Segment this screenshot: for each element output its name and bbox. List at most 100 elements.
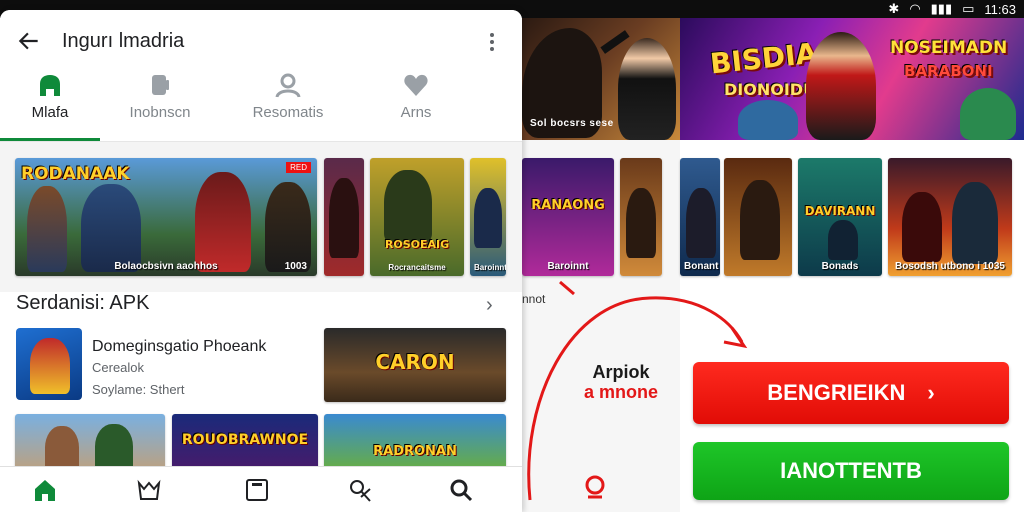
poster-caption: Baroinnt <box>474 263 506 272</box>
middle-poster-1[interactable]: RANAONG Baroinnt <box>522 158 614 276</box>
secondary-cta-button[interactable]: IANOTTENTB <box>693 442 1009 500</box>
bottom-navigation <box>0 466 522 512</box>
poster-figure <box>329 178 359 258</box>
apps-icon <box>152 75 169 95</box>
heart-icon <box>404 74 428 96</box>
nav-home-icon[interactable] <box>32 477 58 503</box>
hero-banner-caption: Sol bocsrs sese <box>530 118 614 129</box>
app-developer: Cerealok <box>92 360 145 375</box>
poster-badge: RED <box>286 162 311 173</box>
tab-profile[interactable]: Resomatis <box>238 72 338 122</box>
poster-figure <box>195 172 251 272</box>
poster-figure <box>740 180 780 260</box>
poster-figure <box>27 186 67 272</box>
chevron-right-icon[interactable]: › <box>486 294 493 317</box>
brand-line-2: a mnone <box>583 382 658 402</box>
hero-banner-promo[interactable]: BISDIA DIONOIDU NOSEIMADN BARABONI <box>680 18 1024 140</box>
nav-share-icon[interactable] <box>348 477 374 503</box>
poster-title: ROSOEAIG <box>384 238 450 251</box>
right-poster-2[interactable] <box>724 158 792 276</box>
app-icon[interactable] <box>16 328 82 400</box>
poster-figure <box>265 182 311 272</box>
app-icon-figure <box>30 338 70 394</box>
poster-figure <box>474 188 502 248</box>
poster-figure <box>81 184 141 272</box>
poster-caption: Bonads <box>821 261 859 272</box>
poster-figure <box>828 220 858 260</box>
status-icons: ✱ ◠ ▮▮▮ ▭ 11:63 <box>888 1 1016 17</box>
nav-games-icon[interactable] <box>136 477 162 503</box>
poster-caption: Bosodsh utbono i 1035 <box>894 261 1005 272</box>
poster-figure <box>626 188 656 258</box>
poster-figure <box>902 192 942 262</box>
poster-count: 1003 <box>284 261 307 272</box>
app-panel: Ingurı lmadria Mlafa Inobnscn Resomatis <box>0 10 522 512</box>
poster-caption: Baroinnt <box>547 261 589 272</box>
tab-apps[interactable]: Inobnscn <box>110 72 210 122</box>
tab-home[interactable]: Mlafa <box>0 72 100 122</box>
poster-title: ROUOBRAWNOE <box>181 432 309 448</box>
poster-figure <box>686 188 716 258</box>
feature-card[interactable]: CARON <box>324 328 506 402</box>
poster-title: RADRONAN <box>373 444 457 459</box>
poster-title: RANAONG <box>531 198 605 213</box>
home-icon <box>40 75 60 96</box>
status-time: 11:63 <box>984 1 1016 17</box>
poster-caption: Bolaocbsivn aaohhos <box>114 261 218 272</box>
brand-line-1: Arpiok <box>592 362 650 382</box>
middle-poster-2[interactable] <box>620 158 662 276</box>
primary-cta-label: BENGRIEIKN <box>767 380 906 405</box>
right-poster-3[interactable]: DAVIRANN Bonads <box>798 158 882 276</box>
hero-figure-arm <box>600 30 630 54</box>
poster-figure <box>952 182 998 264</box>
featured-poster-main[interactable]: RODANAAK RED Bolaocbsivn aaohhos 1003 <box>15 158 317 276</box>
hero-banner-subtitle-2: BARABONI <box>904 62 993 80</box>
section-title: Serdanisi: APK <box>16 292 150 314</box>
nav-apps-icon[interactable] <box>244 477 270 503</box>
hero-figure-robot <box>960 88 1016 140</box>
tab-label: Resomatis <box>252 104 324 121</box>
hero-banner-tag: DIONOIDU <box>724 80 817 99</box>
hero-banner-subtitle: NOSEIMADN <box>890 38 1008 58</box>
app-meta: Soylame: Sthert <box>92 382 185 397</box>
hero-figure-man <box>618 38 676 140</box>
poster-title: DAVIRANN <box>804 204 876 218</box>
notification-icon: ✱ <box>888 1 900 16</box>
featured-poster-2[interactable] <box>324 158 364 276</box>
nav-profile-icon[interactable] <box>582 474 608 500</box>
page-title: Ingurı lmadria <box>62 30 185 52</box>
grid-card-2[interactable]: ROUOBRAWNOE <box>172 414 318 474</box>
tab-label: Mlafa <box>31 104 69 121</box>
poster-title: RODANAAK <box>21 164 130 184</box>
right-poster-1[interactable]: Bonant <box>680 158 720 276</box>
poster-caption: Rocrancaitsme <box>388 263 446 272</box>
hero-figure-creature-2 <box>738 100 798 140</box>
app-name[interactable]: Domeginsgatio Phoeank <box>92 338 266 356</box>
poster-figure <box>384 170 432 242</box>
tab-indicator <box>0 138 100 141</box>
tab-label: Arns <box>400 104 432 121</box>
person-icon <box>275 73 301 98</box>
wifi-icon: ◠ <box>909 1 921 16</box>
feature-card-title: CARON <box>375 350 455 374</box>
featured-poster-3[interactable]: ROSOEAIG Rocrancaitsme <box>370 158 464 276</box>
secondary-cta-label: IANOTTENTB <box>780 458 922 483</box>
right-poster-4[interactable]: Bosodsh utbono i 1035 <box>888 158 1012 276</box>
back-arrow-icon[interactable] <box>16 28 42 54</box>
signal-icon: ▮▮▮ <box>930 1 953 16</box>
primary-cta-button[interactable]: BENGRIEIKN › <box>693 362 1009 424</box>
grid-card-3[interactable]: RADRONAN <box>324 414 506 474</box>
grid-card-1[interactable] <box>15 414 165 474</box>
poster-caption: Bonant <box>684 261 719 272</box>
tab-favorites[interactable]: Arns <box>366 72 466 122</box>
hero-figure-hero <box>806 32 876 140</box>
tab-label: Inobnscn <box>129 104 191 121</box>
chevron-right-icon: › <box>927 380 935 405</box>
brand-logo: Arpiok a mnone <box>566 362 676 402</box>
nav-search-icon[interactable] <box>448 477 474 503</box>
hero-banner-title: BISDIA <box>708 36 819 81</box>
app-header: Ingurı lmadria Mlafa Inobnscn Resomatis <box>0 10 522 142</box>
more-vert-icon[interactable] <box>484 30 500 54</box>
battery-icon: ▭ <box>962 1 975 16</box>
featured-poster-4[interactable]: Baroinnt <box>470 158 506 276</box>
